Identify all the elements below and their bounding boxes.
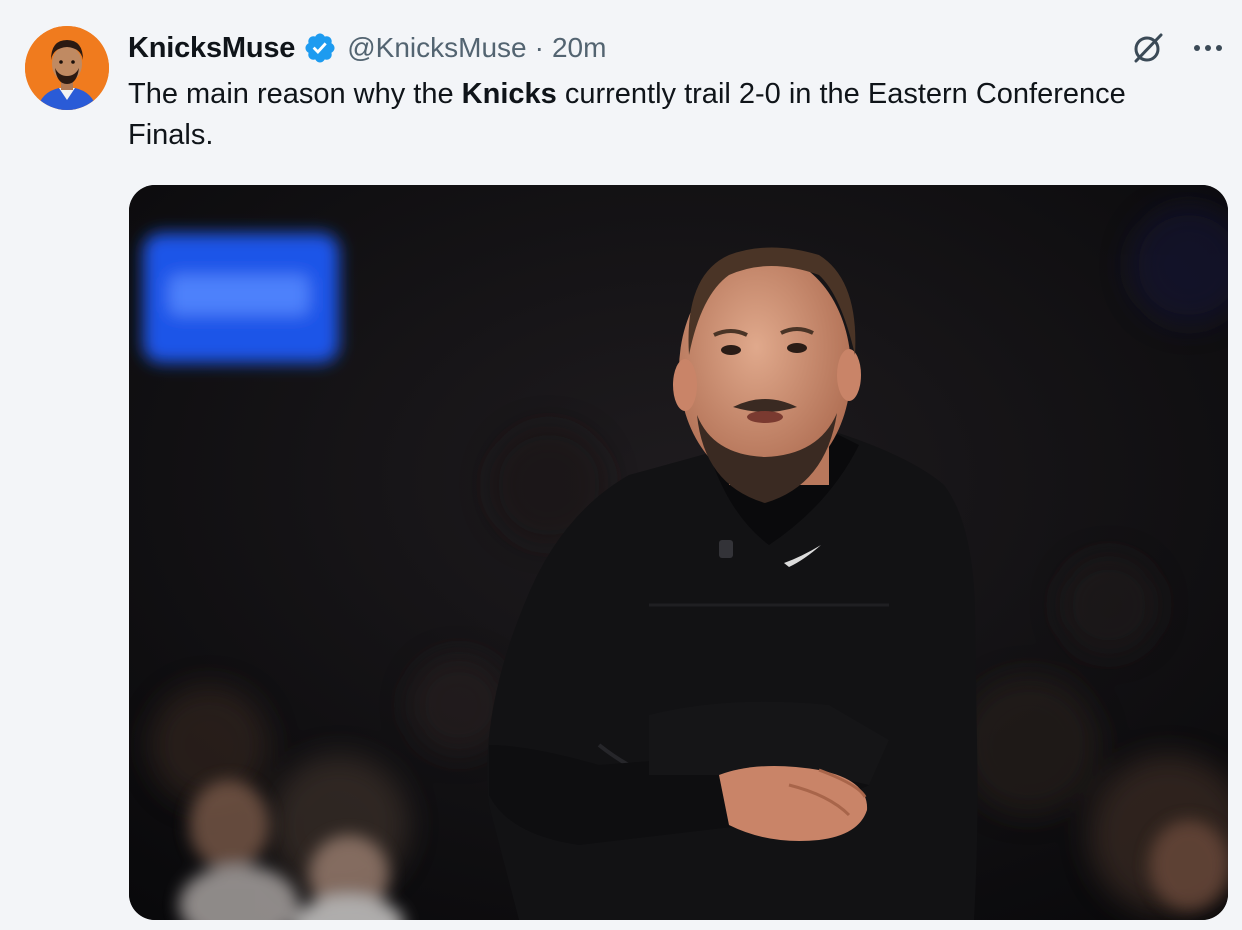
user-handle[interactable]: @KnicksMuse (347, 32, 526, 64)
tweet-media-image[interactable] (129, 185, 1228, 920)
more-options-icon[interactable] (1188, 28, 1228, 68)
verified-badge-icon (305, 33, 335, 63)
tweet-text-bold[interactable]: Knicks (462, 78, 557, 110)
tweet-text: The main reason why the Knicks currently… (128, 74, 1128, 156)
grok-icon[interactable] (1128, 28, 1168, 68)
display-name[interactable]: KnicksMuse (128, 32, 295, 65)
tweet-actions-top (1128, 28, 1228, 68)
separator-dot: · (534, 32, 544, 63)
tweet-timestamp[interactable]: 20m (552, 32, 606, 64)
tweet[interactable]: KnicksMuse @KnicksMuse · 20m The main re… (0, 0, 1242, 930)
profile-avatar[interactable] (25, 26, 109, 110)
tweet-text-part: The main reason why the (128, 78, 462, 110)
tweet-header: KnicksMuse @KnicksMuse · 20m (128, 28, 606, 68)
